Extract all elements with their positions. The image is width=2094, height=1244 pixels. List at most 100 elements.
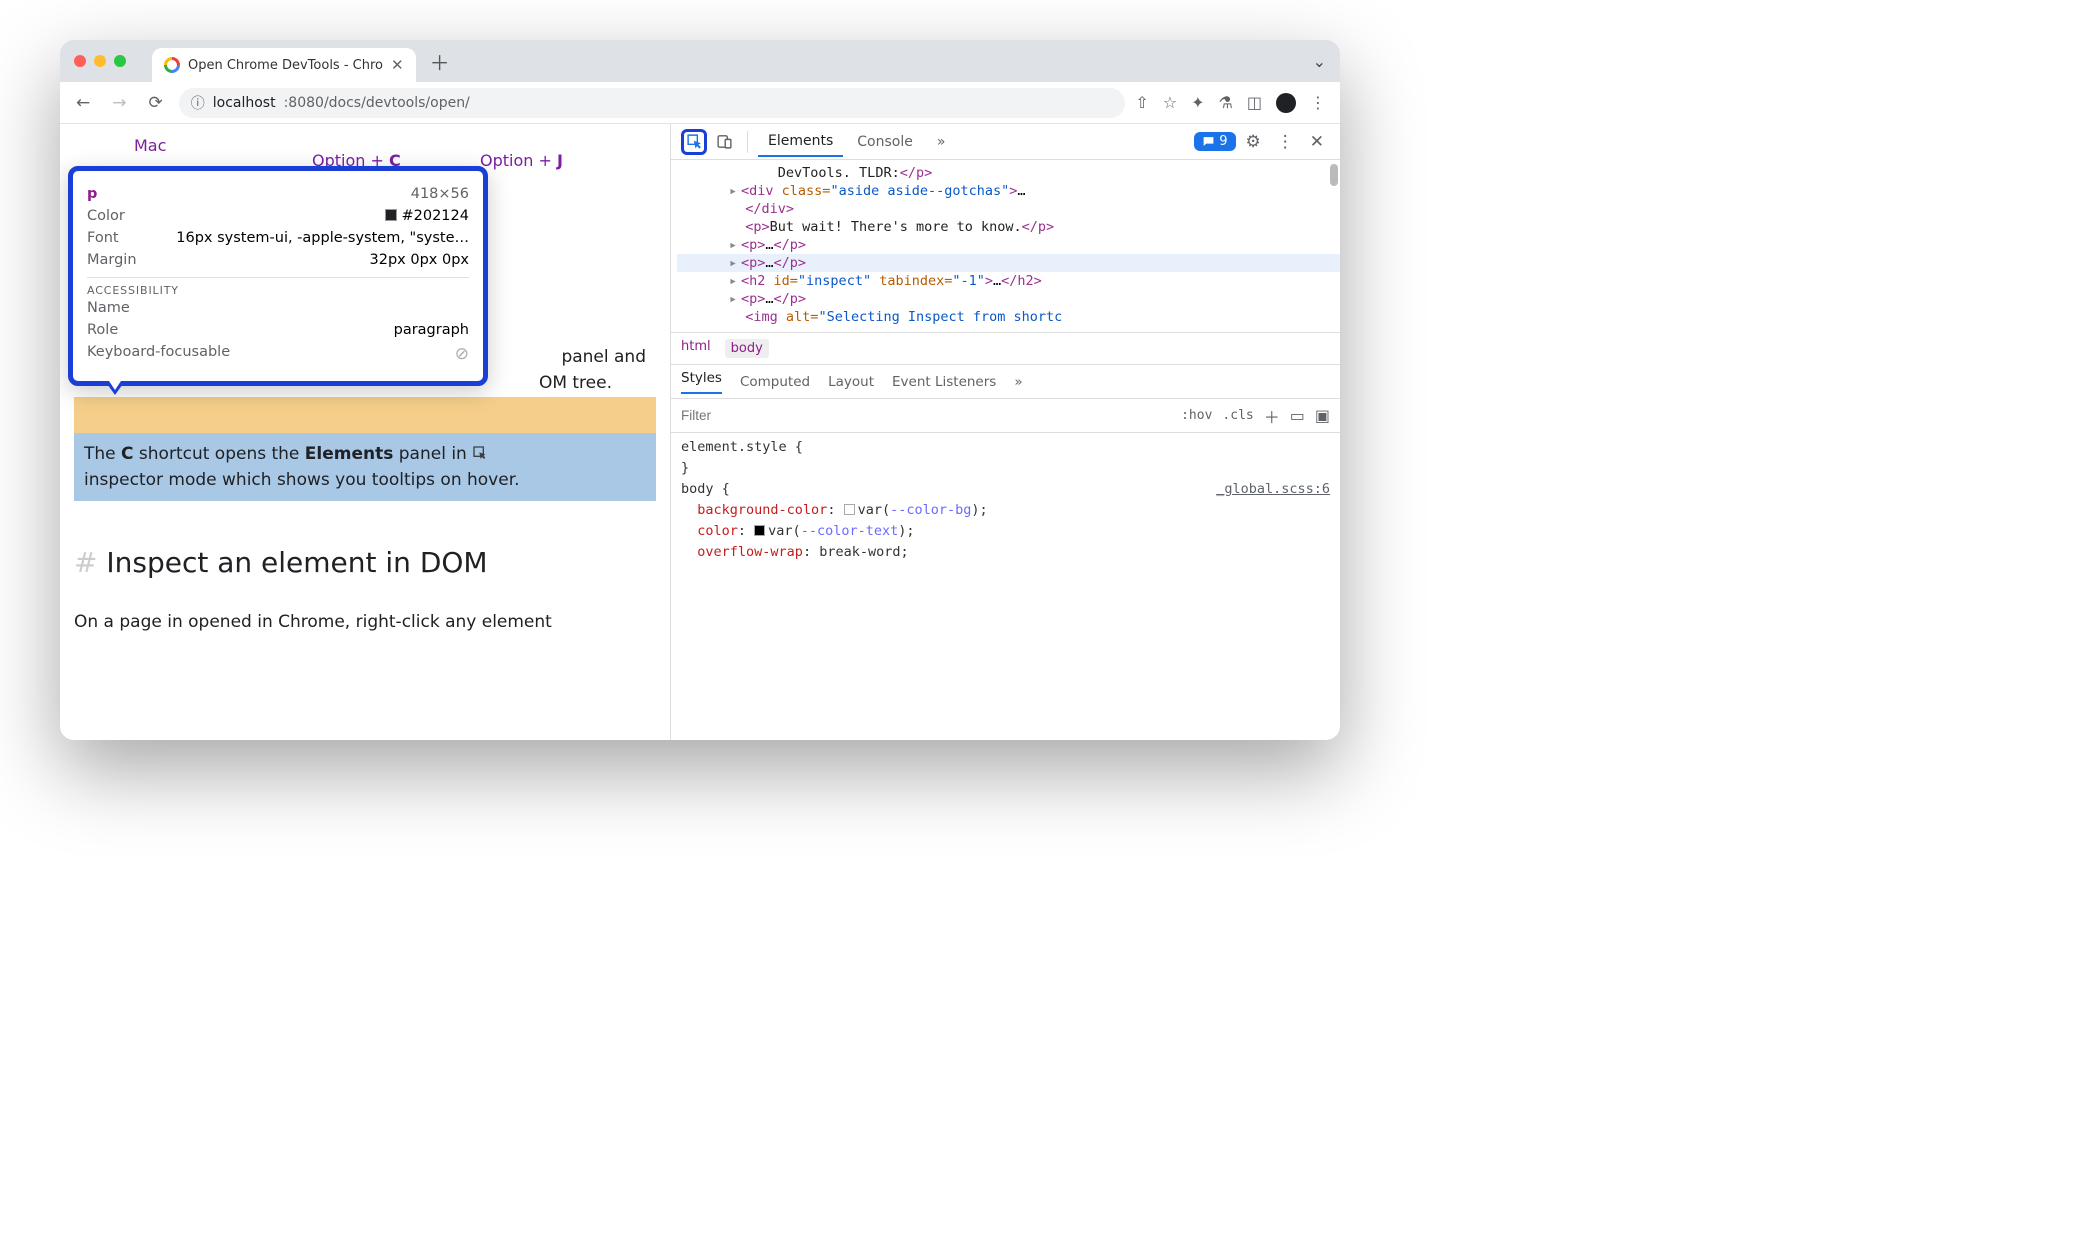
labs-icon[interactable]: ⚗ — [1219, 93, 1233, 112]
tooltip-a11y-role-value: paragraph — [394, 322, 469, 338]
tooltip-arrow-icon — [105, 381, 125, 395]
cls-toggle[interactable]: .cls — [1222, 408, 1253, 423]
paint-icon[interactable]: ▭ — [1290, 406, 1305, 425]
issues-badge[interactable]: 9 — [1194, 132, 1235, 151]
dom-tree[interactable]: DevTools. TLDR:</p> ▸<div class="aside a… — [671, 160, 1340, 332]
dom-line[interactable]: ▸<p>…</p> — [677, 290, 1340, 308]
dom-line[interactable]: <img alt="Selecting Inspect from shortc — [677, 308, 1340, 326]
profile-avatar[interactable] — [1276, 93, 1296, 113]
css-line[interactable]: color: var(--color-text); — [681, 521, 1330, 542]
message-icon — [1202, 135, 1215, 148]
tab-elements[interactable]: Elements — [758, 127, 843, 157]
tabs-dropdown-icon[interactable]: ⌄ — [1313, 52, 1326, 71]
inspect-element-button[interactable] — [681, 129, 707, 155]
dom-line[interactable]: ▸<div class="aside aside--gotchas">… — [677, 182, 1340, 200]
minimize-window-button[interactable] — [94, 55, 106, 67]
computed-sidebar-icon[interactable]: ▣ — [1315, 406, 1330, 425]
styles-filter-bar: :hov .cls ＋ ▭ ▣ — [671, 399, 1340, 433]
device-toolbar-button[interactable] — [711, 129, 737, 155]
page-paragraph: On a page in opened in Chrome, right-cli… — [74, 609, 656, 635]
bookmark-icon[interactable]: ☆ — [1163, 93, 1177, 112]
css-line[interactable]: } — [681, 458, 1330, 479]
color-swatch-icon[interactable] — [754, 525, 765, 536]
dom-breadcrumb[interactable]: html body — [671, 332, 1340, 365]
content-area: Mac Option + C Option + J p 418×56 Color… — [60, 124, 1340, 740]
breadcrumb-body[interactable]: body — [725, 339, 769, 358]
forward-button[interactable]: → — [106, 89, 132, 117]
highlighted-paragraph[interactable]: The C shortcut opens the Elements panel … — [74, 433, 656, 502]
css-rules[interactable]: element.style { } body {_global.scss:6 b… — [671, 433, 1340, 567]
tooltip-keyboard-label: Keyboard-focusable — [87, 344, 230, 364]
inspect-small-icon — [472, 445, 488, 461]
tooltip-a11y-header: ACCESSIBILITY — [87, 284, 469, 297]
source-link[interactable]: _global.scss:6 — [1216, 479, 1330, 500]
devtools-menu-icon[interactable]: ⋮ — [1271, 132, 1300, 152]
dom-line[interactable]: ▸<p>…</p> — [677, 236, 1340, 254]
css-line[interactable]: element.style { — [681, 437, 1330, 458]
dom-line[interactable]: <p>But wait! There's more to know.</p> — [677, 218, 1340, 236]
browser-tab[interactable]: Open Chrome DevTools - Chro ✕ — [152, 48, 416, 82]
margin-highlight — [74, 397, 656, 433]
color-swatch-icon[interactable] — [844, 504, 855, 515]
tooltip-divider — [87, 277, 469, 278]
page-content: panel and OM tree. The C shortcut opens … — [74, 344, 656, 635]
url-path: :8080/docs/devtools/open/ — [284, 95, 470, 111]
tooltip-dimensions: 418×56 — [411, 186, 469, 202]
tooltip-margin-label: Margin — [87, 252, 137, 268]
dom-line[interactable]: DevTools. TLDR:</p> — [677, 164, 1340, 182]
tooltip-font-label: Font — [87, 230, 119, 246]
dom-line[interactable]: ▸<h2 id="inspect" tabindex="-1">…</h2> — [677, 272, 1340, 290]
chrome-favicon — [164, 57, 180, 73]
styles-filter-input[interactable] — [681, 408, 1171, 423]
subtab-event-listeners[interactable]: Event Listeners — [892, 374, 996, 390]
maximize-window-button[interactable] — [114, 55, 126, 67]
page-viewport: Mac Option + C Option + J p 418×56 Color… — [60, 124, 670, 740]
scrollbar[interactable] — [1330, 164, 1338, 186]
chrome-menu-icon[interactable]: ⋮ — [1310, 93, 1326, 112]
new-style-rule-icon[interactable]: ＋ — [1264, 404, 1280, 428]
settings-icon[interactable]: ⚙ — [1240, 132, 1267, 152]
divider — [747, 131, 748, 153]
devtools-panel: Elements Console » 9 ⚙ ⋮ ✕ DevTools. TLD… — [670, 124, 1340, 740]
reload-button[interactable]: ⟳ — [143, 89, 169, 117]
tooltip-selector: p — [87, 186, 97, 202]
page-heading: # Inspect an element in DOM — [74, 541, 656, 584]
site-info-icon[interactable]: ⓘ — [191, 93, 205, 113]
dom-line-selected[interactable]: ▸<p>…</p> — [677, 254, 1340, 272]
address-bar[interactable]: ⓘ localhost :8080/docs/devtools/open/ — [179, 88, 1126, 118]
close-tab-icon[interactable]: ✕ — [391, 56, 404, 74]
window-controls — [60, 55, 126, 67]
not-allowed-icon: ⊘ — [455, 344, 469, 364]
tooltip-a11y-name-label: Name — [87, 300, 130, 316]
tab-console[interactable]: Console — [847, 128, 923, 156]
breadcrumb-html[interactable]: html — [681, 339, 711, 358]
share-icon[interactable]: ⇧ — [1135, 93, 1148, 112]
close-window-button[interactable] — [74, 55, 86, 67]
hov-toggle[interactable]: :hov — [1181, 408, 1212, 423]
toolbar-right: ⇧ ☆ ✦ ⚗ ◫ ⋮ — [1135, 93, 1330, 113]
css-line[interactable]: body {_global.scss:6 — [681, 479, 1330, 500]
devtools-close-icon[interactable]: ✕ — [1304, 132, 1330, 152]
titlebar: Open Chrome DevTools - Chro ✕ ＋ ⌄ — [60, 40, 1340, 82]
url-host: localhost — [213, 95, 276, 111]
tooltip-a11y-role-label: Role — [87, 322, 118, 338]
color-swatch-icon — [385, 209, 397, 221]
subtab-styles[interactable]: Styles — [681, 370, 722, 394]
extensions-icon[interactable]: ✦ — [1191, 93, 1204, 112]
new-tab-button[interactable]: ＋ — [430, 47, 450, 76]
subtab-computed[interactable]: Computed — [740, 374, 810, 390]
subtab-layout[interactable]: Layout — [828, 374, 874, 390]
back-button[interactable]: ← — [70, 89, 96, 117]
tooltip-margin-value: 32px 0px 0px — [370, 252, 469, 268]
css-line[interactable]: background-color: var(--color-bg); — [681, 500, 1330, 521]
tab-title: Open Chrome DevTools - Chro — [188, 58, 383, 73]
subtabs-more-icon[interactable]: » — [1014, 374, 1022, 390]
table-row-label: Mac — [134, 136, 166, 155]
tooltip-color-value: #202124 — [385, 208, 469, 224]
browser-toolbar: ← → ⟳ ⓘ localhost :8080/docs/devtools/ope… — [60, 82, 1340, 124]
tabs-more-icon[interactable]: » — [927, 128, 956, 156]
sidepanel-icon[interactable]: ◫ — [1247, 93, 1262, 112]
browser-window: Open Chrome DevTools - Chro ✕ ＋ ⌄ ← → ⟳ … — [60, 40, 1340, 740]
dom-line[interactable]: </div> — [677, 200, 1340, 218]
css-line[interactable]: overflow-wrap: break-word; — [681, 542, 1330, 563]
